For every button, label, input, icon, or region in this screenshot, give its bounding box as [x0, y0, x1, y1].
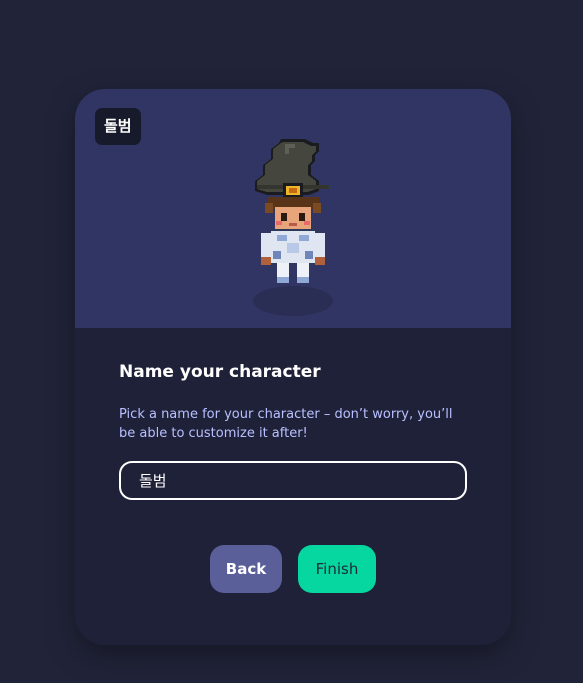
character-preview: 돌범	[75, 89, 511, 328]
finish-button[interactable]: Finish	[298, 545, 376, 593]
witch-hat-icon	[255, 139, 329, 197]
form-description: Pick a name for your character – don’t w…	[119, 407, 453, 441]
character-name-input[interactable]	[119, 461, 467, 500]
back-button[interactable]: Back	[210, 545, 282, 593]
character-creation-card: 돌범 Name your character Pick a name for y…	[75, 89, 511, 645]
form-title: Name your character	[119, 362, 321, 382]
character-name-tag: 돌범	[95, 108, 141, 145]
character-sprite-icon	[255, 139, 329, 283]
